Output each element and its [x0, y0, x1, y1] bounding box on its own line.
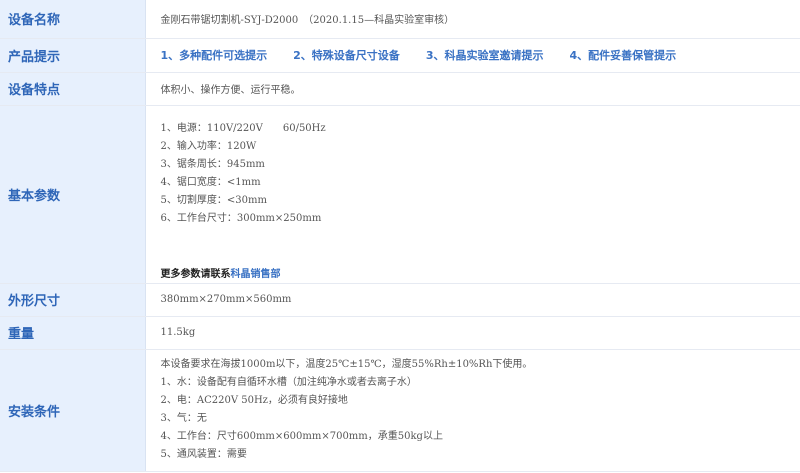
param-line: 3、锯条周长：945mm [160, 158, 265, 170]
install-line: 4、工作台：尺寸600mm×600mm×700mm，承重50kg以上 [160, 430, 443, 442]
param-line: 5、切割厚度：<30mm [160, 194, 267, 206]
row-product-tips: 产品提示 1、多种配件可选提示 2、特殊设备尺寸设备 3、科晶实验室邀请提示 4、配件… [0, 38, 800, 73]
label-features: 设备特点 [0, 72, 146, 106]
install-conditions-value: 本设备要求在海拔1000m以下，温度25℃±15℃，湿度55%Rh±10%Rh下… [145, 349, 800, 472]
param-line: 4、锯口宽度：<1mm [160, 176, 261, 188]
weight-value: 11.5kg [145, 316, 800, 350]
device-name-value: 金刚石带锯切割机-SYJ-D2000 （2020.1.15—科晶实验室审核） [145, 0, 800, 39]
param-line: 1、电源：110V/220V 60/50Hz [160, 122, 326, 134]
more-params-note: 更多参数请联系科晶销售部 [161, 265, 800, 280]
label-basic-params: 基本参数 [0, 105, 146, 284]
label-install-conditions: 安装条件 [0, 349, 146, 472]
label-product-tips: 产品提示 [0, 38, 146, 73]
install-line: 本设备要求在海拔1000m以下，温度25℃±15℃，湿度55%Rh±10%Rh下… [160, 358, 533, 370]
row-features: 设备特点 体积小、操作方便、运行平稳。 [0, 72, 800, 106]
tip-link-storage[interactable]: 4、配件妥善保管提示 [569, 49, 676, 62]
row-install-conditions: 安装条件 本设备要求在海拔1000m以下，温度25℃±15℃，湿度55%Rh±1… [0, 349, 800, 472]
tip-link-special-size[interactable]: 2、特殊设备尺寸设备 [293, 49, 400, 62]
install-line: 2、电：AC220V 50Hz，必须有良好接地 [160, 394, 348, 406]
param-line: 2、输入功率：120W [160, 140, 257, 152]
spec-table: 设备名称 金刚石带锯切割机-SYJ-D2000 （2020.1.15—科晶实验室… [0, 0, 800, 472]
label-device-name: 设备名称 [0, 0, 146, 39]
install-line: 3、气：无 [160, 412, 207, 424]
more-params-text: 更多参数请联系 [160, 268, 231, 280]
row-device-name: 设备名称 金刚石带锯切割机-SYJ-D2000 （2020.1.15—科晶实验室… [0, 0, 800, 39]
install-line: 1、水：设备配有自循环水槽（加注纯净水或者去离子水） [160, 376, 417, 388]
label-weight: 重量 [0, 316, 146, 350]
install-line: 5、通风装置：需要 [160, 448, 247, 460]
tip-link-accessories[interactable]: 1、多种配件可选提示 [161, 49, 268, 62]
label-dimensions: 外形尺寸 [0, 283, 146, 317]
row-dimensions: 外形尺寸 380mm×270mm×560mm [0, 283, 800, 317]
basic-params-value: 1、电源：110V/220V 60/50Hz 2、输入功率：120W 3、锯条周… [145, 105, 800, 284]
param-line: 6、工作台尺寸：300mm×250mm [160, 212, 322, 224]
product-tips-links: 1、多种配件可选提示 2、特殊设备尺寸设备 3、科晶实验室邀请提示 4、配件妥善保管提… [145, 38, 800, 73]
features-value: 体积小、操作方便、运行平稳。 [145, 72, 800, 106]
sales-dept-link[interactable]: 科晶销售部 [231, 269, 281, 280]
dimensions-value: 380mm×270mm×560mm [145, 283, 800, 317]
row-weight: 重量 11.5kg [0, 316, 800, 350]
row-basic-params: 基本参数 1、电源：110V/220V 60/50Hz 2、输入功率：120W … [0, 105, 800, 284]
tip-link-lab-invite[interactable]: 3、科晶实验室邀请提示 [426, 49, 544, 62]
